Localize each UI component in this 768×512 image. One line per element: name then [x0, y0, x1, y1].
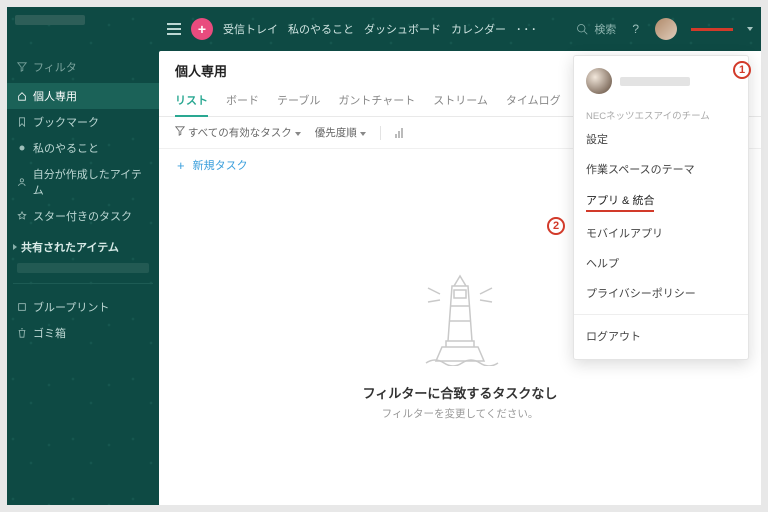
sidebar-item-starred[interactable]: スター付きのタスク — [7, 203, 159, 229]
sidebar-item-blueprint[interactable]: ブループリント — [7, 294, 159, 320]
chevron-down-icon[interactable] — [747, 27, 753, 31]
funnel-icon — [175, 126, 185, 136]
trash-icon — [17, 328, 27, 338]
search-input[interactable]: 検索 — [576, 21, 616, 37]
expand-icon[interactable] — [395, 128, 403, 138]
tab-table[interactable]: テーブル — [277, 92, 320, 116]
sidebar-item-trash[interactable]: ゴミ箱 — [7, 320, 159, 346]
tab-stream[interactable]: ストリーム — [433, 92, 488, 116]
annotation-callout-2: 2 — [547, 217, 565, 235]
search-icon — [576, 23, 588, 35]
hamburger-icon[interactable] — [167, 23, 181, 35]
dot-icon — [17, 143, 27, 153]
dropdown-item-logout[interactable]: ログアウト — [574, 321, 748, 351]
topbar: + 受信トレイ 私のやること ダッシュボード カレンダー ･･･ 検索 ? — [159, 7, 761, 51]
funnel-icon — [17, 62, 27, 72]
username-redacted — [620, 77, 690, 86]
avatar — [586, 68, 612, 94]
lighthouse-icon — [420, 266, 500, 371]
empty-subtitle: フィルターを変更してください。 — [382, 406, 539, 421]
help-icon[interactable]: ? — [632, 22, 639, 36]
avatar[interactable] — [655, 18, 677, 40]
home-icon — [17, 91, 27, 101]
sidebar-item-created[interactable]: 自分が作成したアイテム — [7, 161, 159, 203]
brand-logo — [15, 15, 85, 25]
dropdown-item-privacy[interactable]: プライバシーポリシー — [574, 278, 748, 308]
nav-my-todo[interactable]: 私のやること — [288, 21, 354, 37]
nav-inbox[interactable]: 受信トレイ — [223, 21, 278, 37]
tab-list[interactable]: リスト — [175, 92, 208, 116]
dropdown-section-label: NECネッツエスアイのチーム — [574, 102, 748, 124]
tab-timelog[interactable]: タイムログ — [506, 92, 561, 116]
blueprint-icon — [17, 302, 27, 312]
filter-header[interactable]: フィルタ — [7, 51, 159, 83]
plus-icon: + — [177, 158, 185, 173]
sidebar-item-bookmarks[interactable]: ブックマーク — [7, 109, 159, 135]
star-icon — [17, 211, 27, 221]
dropdown-item-theme[interactable]: 作業スペースのテーマ — [574, 154, 748, 184]
sidebar-section-shared[interactable]: 共有されたアイテム — [7, 229, 159, 259]
dropdown-item-mobile[interactable]: モバイルアプリ — [574, 218, 748, 248]
nav-dashboard[interactable]: ダッシュボード — [364, 21, 441, 37]
user-dropdown: NECネッツエスアイのチーム 設定 作業スペースのテーマ アプリ & 統合 モバ… — [573, 55, 749, 360]
sort-control[interactable]: 優先度順 — [315, 125, 366, 140]
nav-more[interactable]: ･･･ — [516, 21, 539, 37]
chevron-right-icon — [13, 244, 17, 250]
tab-board[interactable]: ボード — [226, 92, 259, 116]
dropdown-item-help[interactable]: ヘルプ — [574, 248, 748, 278]
sidebar: フィルタ 個人専用 ブックマーク 私のやること 自分が作成したアイテム スター付… — [7, 51, 159, 505]
filter-control[interactable]: すべての有効なタスク — [175, 125, 301, 140]
dropdown-item-settings[interactable]: 設定 — [574, 124, 748, 154]
dropdown-item-apps-integrations[interactable]: アプリ & 統合 — [586, 188, 654, 212]
sidebar-item-redacted[interactable] — [17, 263, 149, 273]
empty-title: フィルターに合致するタスクなし — [363, 383, 558, 402]
bookmark-icon — [17, 117, 27, 127]
sidebar-item-personal[interactable]: 個人専用 — [7, 83, 159, 109]
tab-gantt[interactable]: ガントチャート — [338, 92, 415, 116]
annotation-callout-1: 1 — [733, 61, 751, 79]
add-button[interactable]: + — [191, 18, 213, 40]
person-icon — [17, 177, 27, 187]
sidebar-item-my-todo[interactable]: 私のやること — [7, 135, 159, 161]
search-placeholder: 検索 — [594, 21, 616, 37]
nav-calendar[interactable]: カレンダー — [451, 21, 506, 37]
dropdown-user-row[interactable] — [574, 64, 748, 102]
annotation-underline-1 — [691, 28, 733, 31]
